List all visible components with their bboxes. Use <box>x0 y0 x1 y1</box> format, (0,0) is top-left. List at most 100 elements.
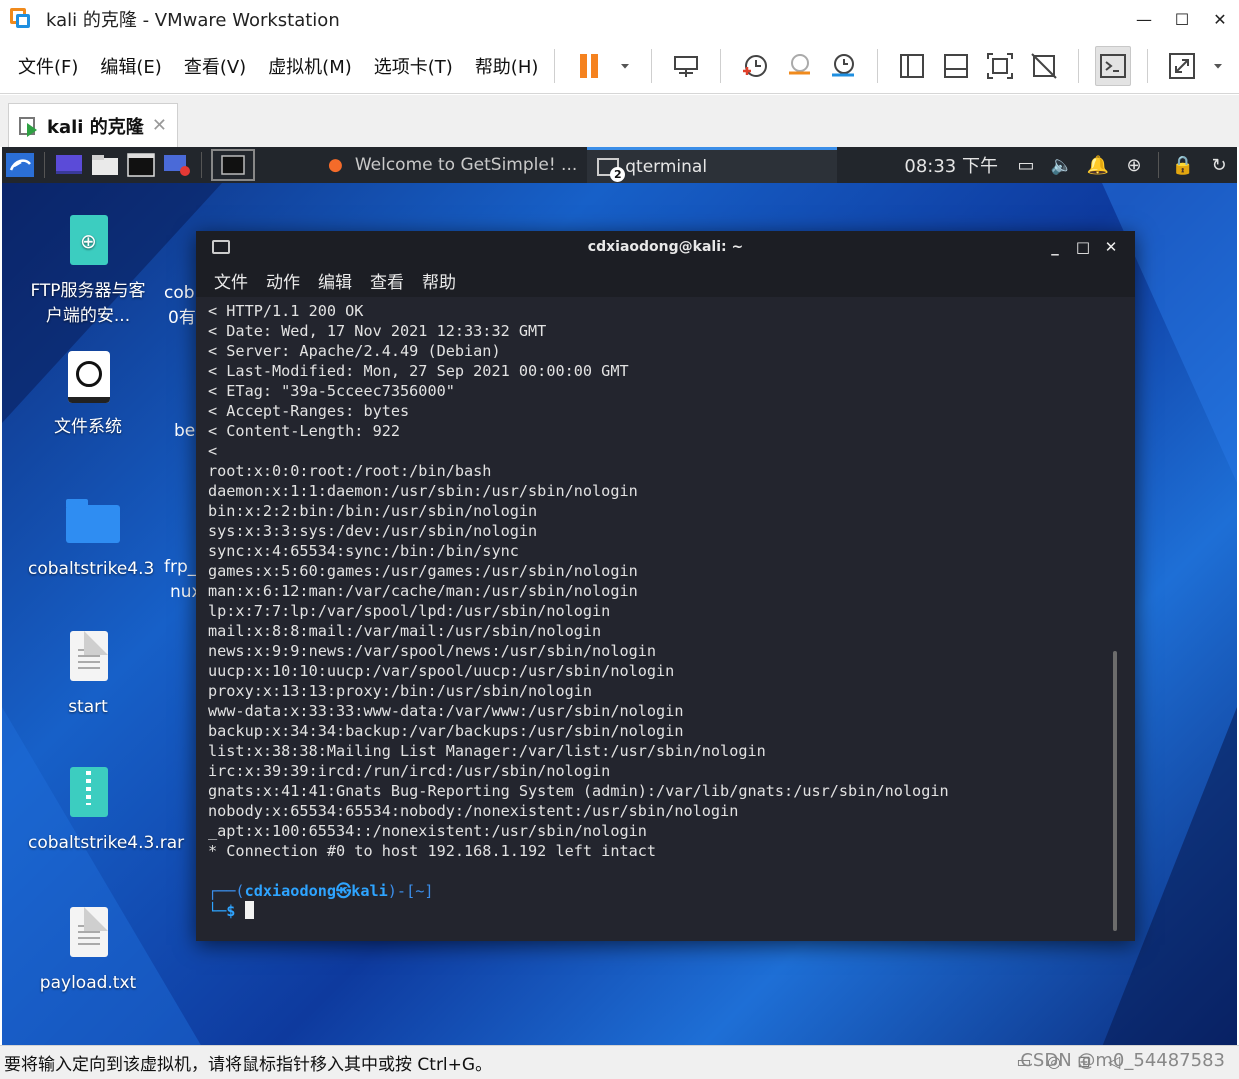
menu-file[interactable]: 文件(F) <box>18 53 78 79</box>
desktop-icon-label: payload.txt <box>39 973 137 993</box>
desktop-icon-cobaltstrike-rar[interactable]: cobaltstrike4.3.rar <box>28 767 184 856</box>
vm-tab[interactable]: kali 的克隆 ✕ <box>8 103 178 147</box>
vmware-logo-icon <box>8 6 34 32</box>
task-browser[interactable]: ● Welcome to GetSimple! ... <box>318 147 587 183</box>
terminal-menu-actions[interactable]: 动作 <box>266 268 300 293</box>
full-screen-button[interactable] <box>982 46 1018 86</box>
menubar: 文件(F) 编辑(E) 查看(V) 虚拟机(M) 选项卡(T) 帮助(H) <box>0 38 1239 94</box>
snapshot-icon <box>743 54 768 77</box>
terminal-window-icon <box>212 240 230 254</box>
terminal-icon <box>127 153 155 177</box>
task-qterminal[interactable]: 2 qterminal <box>587 147 838 183</box>
terminal-maximize-button[interactable]: □ <box>1069 238 1097 256</box>
screen-record-icon <box>164 155 190 176</box>
terminal-line: games:x:5:60:games:/usr/games:/usr/sbin/… <box>208 562 638 580</box>
folder-icon <box>66 493 120 549</box>
partial-icon-label[interactable]: cob <box>164 281 195 306</box>
chevron-down-icon <box>621 63 630 69</box>
vm-running-icon <box>19 115 41 137</box>
terminal-output[interactable]: < HTTP/1.1 200 OK < Date: Wed, 17 Nov 202… <box>208 301 1115 931</box>
terminal-close-button[interactable]: ✕ <box>1097 238 1125 256</box>
snapshot-button[interactable] <box>737 46 773 86</box>
partial-icon-label[interactable]: be <box>174 419 195 444</box>
terminal-line: sys:x:3:3:sys:/dev:/usr/sbin/nologin <box>208 522 538 540</box>
prompt-bracket: ┌──( <box>208 882 245 900</box>
keyboard-icon <box>674 55 699 77</box>
menu-tabs[interactable]: 选项卡(T) <box>374 53 453 79</box>
menu-help[interactable]: 帮助(H) <box>475 53 539 79</box>
pause-button[interactable] <box>571 46 607 86</box>
menu-edit[interactable]: 编辑(E) <box>100 53 161 79</box>
volume-muted-icon[interactable]: 🔈 <box>1044 147 1080 183</box>
menu-vm[interactable]: 虚拟机(M) <box>268 53 352 79</box>
file-manager-button[interactable] <box>90 147 120 183</box>
task-browser-label: Welcome to GetSimple! ... <box>354 155 578 175</box>
qterminal-window[interactable]: cdxiaodong@kali: ~ _ □ ✕ 文件 动作 编辑 查看 帮助 … <box>196 231 1135 941</box>
prompt-cwd: )-[~] <box>387 882 434 900</box>
stretch-button[interactable] <box>1164 46 1200 86</box>
guest-desktop[interactable]: ● Welcome to GetSimple! ... 2 qterminal … <box>2 147 1237 1045</box>
stretch-dropdown-button[interactable] <box>1208 46 1228 86</box>
terminal-menu-edit[interactable]: 编辑 <box>318 268 352 293</box>
desktop-icon-cobaltstrike-folder[interactable]: cobaltstrike4.3 <box>28 493 154 582</box>
terminal-menu-help[interactable]: 帮助 <box>422 268 456 293</box>
terminal-scrollbar[interactable] <box>1113 651 1117 931</box>
maximize-button[interactable]: ☐ <box>1163 0 1201 38</box>
prompt-user-host: cdxiaodong㉿kali <box>244 882 388 900</box>
text-file-icon <box>66 631 110 687</box>
lock-icon[interactable]: 🔒 <box>1165 147 1201 183</box>
workspace-1-button[interactable] <box>211 149 255 181</box>
partial-icon-label[interactable]: 0有 <box>168 306 196 331</box>
desktop-icon-start[interactable]: start <box>28 631 148 720</box>
fullscreen-icon <box>987 52 1014 79</box>
terminal-menu-view[interactable]: 查看 <box>370 268 404 293</box>
terminal-line: news:x:9:9:news:/var/spool/news:/usr/sbi… <box>208 642 657 660</box>
desktop-icon-filesystem[interactable]: 文件系统 <box>28 351 148 440</box>
power-dropdown-button[interactable] <box>615 46 635 86</box>
terminal-line: sync:x:4:65534:sync:/bin:/bin/sync <box>208 542 519 560</box>
terminal-line: root:x:0:0:root:/root:/bin/bash <box>208 462 492 480</box>
terminal-minimize-button[interactable]: _ <box>1041 238 1069 256</box>
kali-menu-button[interactable] <box>5 147 35 183</box>
desktop-icon <box>56 155 82 174</box>
display-icon[interactable]: ▭ <box>1008 147 1044 183</box>
panel-clock[interactable]: 08:33 下午 <box>904 152 998 178</box>
terminal-line: * Connection #0 to host 192.168.1.192 le… <box>208 842 657 860</box>
show-desktop-button[interactable] <box>54 147 84 183</box>
minimize-button[interactable]: — <box>1125 0 1163 38</box>
console-view-button[interactable] <box>1095 45 1132 86</box>
show-library-button[interactable] <box>894 46 930 86</box>
expand-icon <box>1169 52 1196 79</box>
prompt-line: ┌──(cdxiaodong㉿kali)-[~] <box>208 881 1115 901</box>
terminal-line: man:x:6:12:man:/var/cache/man:/usr/sbin/… <box>208 582 638 600</box>
revert-snapshot-button[interactable] <box>781 46 817 86</box>
unity-button[interactable] <box>1026 46 1062 86</box>
panel-divider <box>201 152 202 178</box>
close-button[interactable]: ✕ <box>1201 0 1239 38</box>
terminal-titlebar[interactable]: cdxiaodong@kali: ~ _ □ ✕ <box>196 231 1135 263</box>
menu-view[interactable]: 查看(V) <box>184 53 246 79</box>
terminal-line: daemon:x:1:1:daemon:/usr/sbin:/usr/sbin/… <box>208 482 638 500</box>
tab-close-icon[interactable]: ✕ <box>152 115 167 136</box>
toolbar-divider <box>651 48 653 83</box>
screen-recorder-button[interactable] <box>162 147 192 183</box>
show-thumbnail-button[interactable] <box>938 46 974 86</box>
partial-icon-label[interactable]: frp_ <box>164 555 196 580</box>
terminal-line: < <box>208 442 218 460</box>
logout-icon[interactable]: ↻ <box>1201 147 1237 183</box>
terminal-launcher-button[interactable] <box>126 147 156 183</box>
html-file-icon: ⊕ <box>66 215 110 271</box>
notification-bell-icon[interactable]: 🔔 <box>1080 147 1116 183</box>
terminal-line: < Last-Modified: Mon, 27 Sep 2021 00:00:… <box>208 362 629 380</box>
desktop-icon-payload[interactable]: payload.txt <box>28 907 148 996</box>
send-ctrl-alt-del-button[interactable] <box>668 46 704 86</box>
snapshot-manager-button[interactable] <box>825 46 861 86</box>
task-badge: 2 <box>610 166 626 182</box>
desktop-icon-ftp[interactable]: ⊕ FTP服务器与客户端的安... <box>28 215 148 329</box>
update-icon[interactable]: ⊕ <box>1116 147 1152 183</box>
terminal-line: < Date: Wed, 17 Nov 2021 12:33:32 GMT <box>208 322 547 340</box>
terminal-menu-file[interactable]: 文件 <box>214 268 248 293</box>
prompt-input-line[interactable]: └─$ <box>208 901 1115 921</box>
terminal-cursor[interactable] <box>244 901 254 919</box>
sidebar-icon <box>900 53 925 78</box>
